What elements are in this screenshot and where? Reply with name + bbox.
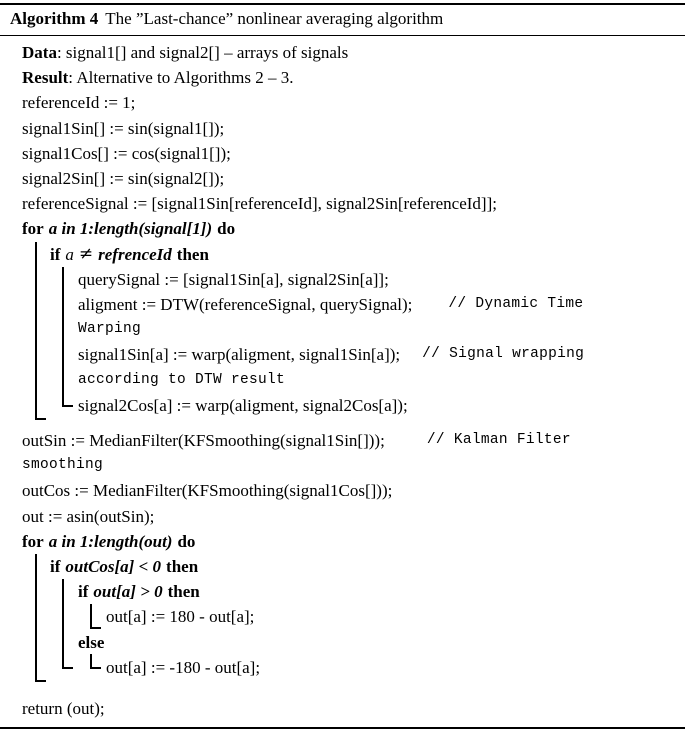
line-return: return (out); — [0, 696, 685, 721]
stmt-query-signal: querySignal := [signal1Sin[a], signal2Si… — [78, 269, 389, 289]
stmt-signal2-sin: signal2Sin[] := sin(signal2[]); — [22, 169, 225, 189]
line-for-loop-2: for a in 1:length(out) do — [0, 529, 685, 554]
line-query-signal: querySignal := [signal1Sin[a], signal2Si… — [0, 267, 685, 292]
line-out-sin: outSin := MedianFilter(KFSmoothing(signa… — [0, 428, 685, 453]
line-signal1-cos: signal1Cos[] := cos(signal1[]); — [0, 141, 685, 166]
line-signal2-sin: signal2Sin[] := sin(signal2[]); — [0, 166, 685, 191]
if-condition-3: out[a] > 0 — [93, 582, 163, 602]
line-assign-negative: out[a] := -180 - out[a]; — [0, 655, 685, 680]
stmt-out-sin: outSin := MedianFilter(KFSmoothing(signa… — [22, 431, 385, 451]
comment-warp-continued: according to DTW result — [78, 371, 286, 388]
for-do-1: do — [217, 219, 236, 239]
stmt-reference-signal: referenceSignal := [signal1Sin[reference… — [22, 194, 497, 214]
line-warp-signal1: signal1Sin[a] := warp(aligment, signal1S… — [0, 342, 685, 367]
line-aligment: aligment := DTW(referenceSignal, querySi… — [0, 292, 685, 317]
if-condition-2: outCos[a] < 0 — [65, 557, 162, 577]
line-assign-positive: out[a] := 180 - out[a]; — [0, 604, 685, 629]
comment-dtw: // Dynamic Time — [448, 296, 584, 313]
stmt-assign-negative: out[a] := -180 - out[a]; — [106, 657, 261, 677]
if-then-1: then — [176, 244, 209, 264]
if-then-3: then — [167, 582, 200, 602]
line-reference-id: referenceId := 1; — [0, 90, 685, 115]
spacer-after-loop-1 — [0, 418, 685, 428]
stmt-out-cos: outCos := MedianFilter(KFSmoothing(signa… — [22, 481, 393, 501]
line-result: Result: Alternative to Algorithms 2 – 3. — [0, 65, 685, 90]
for-condition-2: a in 1:length(out) — [48, 531, 173, 551]
line-warp-comment-cont: according to DTW result — [0, 368, 685, 393]
stmt-return: return (out); — [22, 699, 105, 719]
data-text: : signal1[] and signal2[] – arrays of si… — [56, 43, 349, 62]
line-out-cos: outCos := MedianFilter(KFSmoothing(signa… — [0, 478, 685, 503]
line-data: Data: signal1[] and signal2[] – arrays o… — [0, 40, 685, 65]
comment-kalman: // Kalman Filter — [426, 432, 571, 449]
if-operand-a-1: a — [65, 244, 74, 264]
comment-warp: // Signal wrapping — [422, 346, 585, 363]
if-keyword-2: if — [50, 557, 61, 577]
stmt-signal1-cos: signal1Cos[] := cos(signal1[]); — [22, 143, 231, 163]
if-then-2: then — [166, 557, 199, 577]
result-text: : Alternative to Algorithms 2 – 3. — [68, 68, 294, 88]
stmt-signal1-sin: signal1Sin[] := sin(signal1[]); — [22, 118, 225, 138]
comment-dtw-continued: Warping — [78, 321, 142, 338]
algorithm-title: The ”Last-chance” nonlinear averaging al… — [105, 9, 444, 28]
line-else: else — [0, 630, 685, 655]
for-condition-1: a in 1:length(signal[1]) — [48, 219, 213, 239]
line-signal1-sin: signal1Sin[] := sin(signal1[]); — [0, 116, 685, 141]
else-keyword: else — [78, 632, 105, 652]
line-kalman-comment-cont: smoothing — [0, 453, 685, 478]
algorithm-caption: Algorithm 4 The ”Last-chance” nonlinear a… — [0, 5, 685, 35]
line-warp-signal2: signal2Cos[a] := warp(aligment, signal2C… — [0, 393, 685, 418]
spacer-before-return — [0, 680, 685, 696]
data-keyword: Data — [22, 43, 57, 62]
stmt-reference-id: referenceId := 1; — [22, 93, 136, 113]
not-equal-icon: ≠ — [78, 243, 94, 264]
line-for-loop-1: for a in 1:length(signal[1]) do — [0, 216, 685, 241]
line-if-3: if out[a] > 0 then — [0, 579, 685, 604]
line-if-1: if a ≠ refrenceId then — [0, 242, 685, 267]
stmt-aligment: aligment := DTW(referenceSignal, querySi… — [78, 295, 413, 315]
result-keyword: Result — [22, 68, 69, 88]
if-keyword-3: if — [78, 582, 89, 602]
line-out-asin: out := asin(outSin); — [0, 504, 685, 529]
line-if-2: if outCos[a] < 0 then — [0, 554, 685, 579]
for-loop-2-body: if outCos[a] < 0 then if out[a] > 0 then out… — [0, 554, 685, 683]
algorithm-block: Algorithm 4 The ”Last-chance” nonlinear a… — [0, 3, 685, 729]
line-reference-signal: referenceSignal := [signal1Sin[reference… — [0, 191, 685, 216]
stmt-assign-positive: out[a] := 180 - out[a]; — [106, 607, 255, 627]
stmt-warp-signal2: signal2Cos[a] := warp(aligment, signal2C… — [78, 395, 408, 415]
stmt-out-asin: out := asin(outSin); — [22, 506, 155, 526]
for-do-2: do — [177, 531, 196, 551]
stmt-warp-signal1: signal1Sin[a] := warp(aligment, signal1S… — [78, 345, 401, 365]
algorithm-body: Data: signal1[] and signal2[] – arrays o… — [0, 36, 685, 727]
if-keyword-1: if — [50, 244, 61, 264]
for-loop-1-body: if a ≠ refrenceId then querySignal := [signa… — [0, 241, 685, 420]
algorithm-label: Algorithm 4 — [10, 9, 99, 28]
line-aligment-comment-cont: Warping — [0, 317, 685, 342]
if-operand-b-1: refrenceId — [98, 244, 172, 264]
comment-kalman-continued: smoothing — [22, 457, 104, 474]
for-keyword-2: for — [22, 531, 44, 551]
for-keyword-1: for — [22, 219, 44, 239]
